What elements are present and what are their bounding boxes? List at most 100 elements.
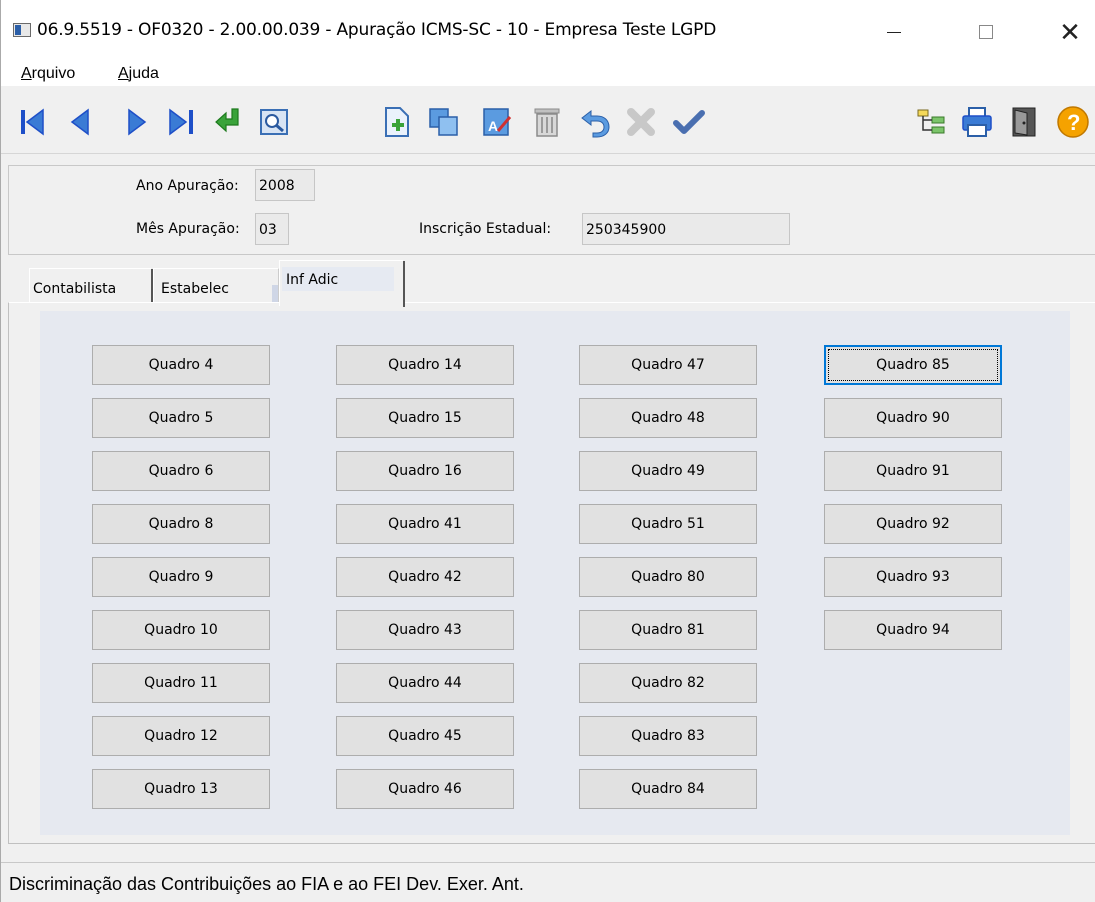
exit-icon — [1012, 107, 1036, 137]
menu-ajuda-mnemonic: A — [118, 65, 129, 82]
minimize-icon — [887, 31, 901, 33]
close-button[interactable]: ✕ — [1047, 14, 1093, 50]
status-bar: Discriminação das Contribuições ao FIA e… — [1, 862, 1095, 902]
quadro-49-button[interactable]: Quadro 49 — [579, 451, 757, 491]
tab-estabelec[interactable]: Estabelec — [153, 268, 279, 306]
menu-bar: Arquivo Ajuda — [1, 62, 1095, 86]
quadro-94-button[interactable]: Quadro 94 — [824, 610, 1002, 650]
quadro-9-button[interactable]: Quadro 9 — [92, 557, 270, 597]
quadro-84-button[interactable]: Quadro 84 — [579, 769, 757, 809]
menu-arquivo[interactable]: Arquivo — [21, 65, 75, 83]
quadro-10-button[interactable]: Quadro 10 — [92, 610, 270, 650]
confirm-button[interactable] — [671, 104, 707, 140]
preview-button[interactable] — [256, 104, 292, 140]
svg-text:A: A — [488, 118, 498, 134]
undo-button[interactable] — [578, 104, 614, 140]
tab-estabelec-tint — [272, 285, 278, 303]
tree-icon — [917, 109, 945, 134]
quadro-41-button[interactable]: Quadro 41 — [336, 504, 514, 544]
quadro-81-button[interactable]: Quadro 81 — [579, 610, 757, 650]
quadro-14-button[interactable]: Quadro 14 — [336, 345, 514, 385]
quadro-16-button[interactable]: Quadro 16 — [336, 451, 514, 491]
ano-apuracao-field[interactable]: 2008 — [255, 169, 315, 201]
mes-apuracao-field[interactable]: 03 — [255, 213, 289, 245]
inscricao-estadual-label: Inscrição Estadual: — [419, 221, 552, 237]
header-panel: Ano Apuração: 2008 Mês Apuração: 03 Insc… — [8, 165, 1095, 255]
quadro-5-button[interactable]: Quadro 5 — [92, 398, 270, 438]
next-record-icon — [128, 108, 147, 136]
tab-contabilista-label: Contabilista — [33, 281, 117, 297]
quadro-11-button[interactable]: Quadro 11 — [92, 663, 270, 703]
inscricao-estadual-field[interactable]: 250345900 — [582, 213, 790, 245]
undo-icon — [581, 109, 610, 138]
quadro-80-button[interactable]: Quadro 80 — [579, 557, 757, 597]
quadro-43-button[interactable]: Quadro 43 — [336, 610, 514, 650]
quadro-42-button[interactable]: Quadro 42 — [336, 557, 514, 597]
menu-arquivo-label: rquivo — [31, 65, 76, 82]
copy-icon — [429, 108, 458, 136]
quadro-45-button[interactable]: Quadro 45 — [336, 716, 514, 756]
quadro-15-button[interactable]: Quadro 15 — [336, 398, 514, 438]
prev-record-icon — [70, 108, 89, 136]
return-button[interactable] — [211, 104, 247, 140]
menu-ajuda[interactable]: Ajuda — [118, 65, 159, 83]
quadros-panel: Quadro 4 Quadro 5 Quadro 6 Quadro 8 Quad… — [40, 311, 1070, 835]
delete-button[interactable] — [529, 104, 565, 140]
confirm-icon — [673, 110, 705, 134]
next-record-button[interactable] — [118, 104, 154, 140]
cancel-button[interactable] — [623, 104, 659, 140]
quadro-44-button[interactable]: Quadro 44 — [336, 663, 514, 703]
ano-apuracao-label: Ano Apuração: — [136, 178, 239, 194]
maximize-button[interactable] — [963, 14, 1009, 50]
maximize-icon — [979, 25, 993, 39]
status-text: Discriminação das Contribuições ao FIA e… — [9, 874, 524, 894]
quadro-8-button[interactable]: Quadro 8 — [92, 504, 270, 544]
help-button[interactable]: ? — [1053, 104, 1093, 140]
copy-button[interactable] — [426, 104, 462, 140]
exit-button[interactable] — [1006, 104, 1042, 140]
tab-contabilista[interactable]: Contabilista — [29, 268, 153, 307]
print-icon — [962, 107, 992, 137]
last-record-button[interactable] — [163, 104, 199, 140]
menu-ajuda-label: juda — [128, 65, 159, 82]
quadro-92-button[interactable]: Quadro 92 — [824, 504, 1002, 544]
quadro-47-button[interactable]: Quadro 47 — [579, 345, 757, 385]
mes-apuracao-label: Mês Apuração: — [136, 221, 240, 237]
help-icon-glyph: ? — [1067, 110, 1080, 135]
tab-estabelec-label: Estabelec — [161, 281, 229, 297]
quadro-91-button[interactable]: Quadro 91 — [824, 451, 1002, 491]
edit-icon: A — [483, 108, 512, 136]
cancel-icon — [627, 108, 655, 136]
quadro-46-button[interactable]: Quadro 46 — [336, 769, 514, 809]
tree-button[interactable] — [913, 104, 949, 140]
tab-inf-adic-label: Inf Adic — [286, 272, 339, 288]
help-icon: ? — [1057, 106, 1089, 138]
minimize-button[interactable] — [871, 14, 917, 50]
print-button[interactable] — [959, 104, 995, 140]
application-window: 06.9.5519 - OF0320 - 2.00.00.039 - Apura… — [0, 0, 1095, 902]
quadro-82-button[interactable]: Quadro 82 — [579, 663, 757, 703]
quadro-83-button[interactable]: Quadro 83 — [579, 716, 757, 756]
return-icon — [215, 108, 239, 133]
quadro-93-button[interactable]: Quadro 93 — [824, 557, 1002, 597]
first-record-button[interactable] — [15, 104, 51, 140]
window-title: 06.9.5519 - OF0320 - 2.00.00.039 - Apura… — [37, 20, 717, 40]
quadro-12-button[interactable]: Quadro 12 — [92, 716, 270, 756]
new-button[interactable] — [379, 104, 415, 140]
tab-inf-adic[interactable]: Inf Adic — [279, 260, 405, 307]
quadro-4-button[interactable]: Quadro 4 — [92, 345, 270, 385]
quadro-51-button[interactable]: Quadro 51 — [579, 504, 757, 544]
toolbar: A ? — [1, 90, 1095, 154]
title-bar: 06.9.5519 - OF0320 - 2.00.00.039 - Apura… — [1, 0, 1095, 62]
close-icon: ✕ — [1059, 16, 1081, 47]
last-record-icon — [169, 108, 193, 136]
quadro-85-button[interactable]: Quadro 85 — [824, 345, 1002, 385]
tab-page-inf-adic: Quadro 4 Quadro 5 Quadro 6 Quadro 8 Quad… — [8, 302, 1095, 844]
quadro-13-button[interactable]: Quadro 13 — [92, 769, 270, 809]
prev-record-button[interactable] — [63, 104, 99, 140]
app-icon — [13, 23, 31, 37]
quadro-48-button[interactable]: Quadro 48 — [579, 398, 757, 438]
edit-button[interactable]: A — [479, 104, 515, 140]
quadro-90-button[interactable]: Quadro 90 — [824, 398, 1002, 438]
quadro-6-button[interactable]: Quadro 6 — [92, 451, 270, 491]
